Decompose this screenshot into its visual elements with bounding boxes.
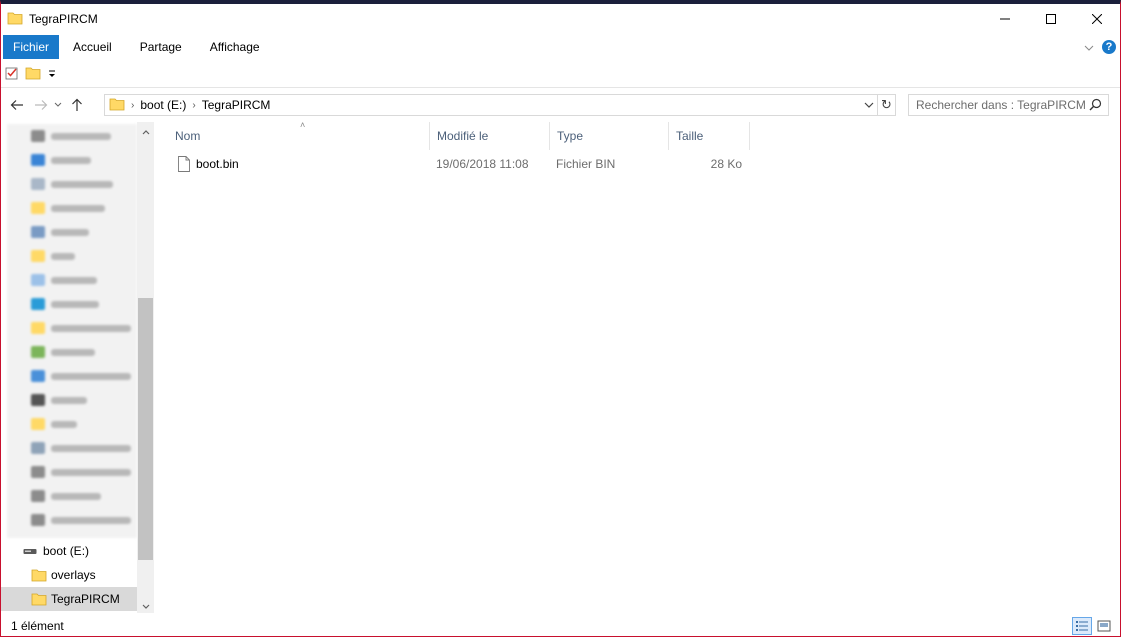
table-row[interactable]: boot.bin 19/06/2018 11:08 Fichier BIN 28… <box>169 152 751 176</box>
file-list: Nom ˄ Modifié le Type Taille boot.bin 19… <box>161 120 1120 613</box>
folder-icon <box>7 11 23 28</box>
view-switcher <box>1072 617 1114 635</box>
scroll-thumb[interactable] <box>138 298 153 560</box>
arrow-right-icon <box>35 100 48 110</box>
file-name: boot.bin <box>196 157 239 171</box>
column-header-size[interactable]: Taille <box>669 122 750 150</box>
search-icon <box>1089 98 1102 114</box>
new-folder-button[interactable] <box>25 66 41 83</box>
details-view-icon <box>1076 621 1088 631</box>
folder-icon <box>31 569 47 582</box>
search-box[interactable] <box>908 94 1109 116</box>
file-name-cell: boot.bin <box>177 152 239 176</box>
nav-item-overlays[interactable]: overlays <box>1 563 137 587</box>
breadcrumb-drive[interactable]: boot (E:) <box>140 98 186 112</box>
column-header-name[interactable]: Nom ˄ <box>168 120 430 150</box>
title-bar[interactable]: TegraPIRCM <box>1 4 1120 34</box>
chevron-down-icon <box>1084 45 1094 51</box>
back-button[interactable] <box>7 93 27 117</box>
chevron-down-icon <box>864 102 874 108</box>
explorer-window: TegraPIRCM Fichier Accueil Partage Affic… <box>0 0 1121 637</box>
address-row: › boot (E:) › TegraPIRCM ↻ <box>1 91 1120 119</box>
column-header-type[interactable]: Type <box>550 122 669 150</box>
refresh-button[interactable]: ↻ <box>878 94 896 116</box>
up-button[interactable] <box>67 93 87 117</box>
item-count: 1 élément <box>11 619 64 633</box>
file-size: 28 Ko <box>710 157 742 171</box>
tab-fichier[interactable]: Fichier <box>3 35 60 59</box>
refresh-icon: ↻ <box>881 97 892 112</box>
file-type: Fichier BIN <box>556 157 616 171</box>
address-dropdown-button[interactable] <box>861 95 877 115</box>
window-controls <box>982 4 1120 34</box>
chevron-down-icon <box>142 604 149 609</box>
file-modified: 19/06/2018 11:08 <box>436 157 529 171</box>
close-button[interactable] <box>1074 4 1120 34</box>
ribbon-right-controls: ? <box>1084 35 1116 59</box>
file-icon <box>178 156 190 172</box>
nav-item-label: boot (E:) <box>43 544 90 558</box>
chevron-right-icon[interactable]: › <box>192 100 195 111</box>
chevron-right-icon[interactable]: › <box>131 100 134 111</box>
nav-item-label: TegraPIRCM <box>51 592 120 606</box>
address-bar[interactable]: › boot (E:) › TegraPIRCM <box>104 94 878 116</box>
minimize-button[interactable] <box>982 4 1028 34</box>
folder-icon <box>109 97 125 114</box>
properties-icon <box>5 67 18 80</box>
large-icons-view-button[interactable] <box>1094 617 1114 635</box>
folder-icon <box>31 593 47 606</box>
column-header-label: Type <box>557 129 584 143</box>
status-bar: 1 élément <box>1 615 1120 636</box>
expand-ribbon-button[interactable] <box>1084 40 1094 54</box>
nav-item-boot-drive[interactable]: boot (E:) <box>1 539 137 563</box>
quick-access-toolbar <box>1 62 1120 88</box>
navigation-pane: boot (E:) overlays TegraPIRCM <box>1 122 154 613</box>
nav-item-label: overlays <box>51 568 96 582</box>
window-title: TegraPIRCM <box>29 12 98 26</box>
close-icon <box>1092 14 1102 24</box>
column-headers: Nom ˄ Modifié le Type Taille <box>161 120 1120 150</box>
column-header-label: Taille <box>676 129 704 143</box>
arrow-up-icon <box>72 98 82 111</box>
chevron-down-icon <box>54 102 62 107</box>
maximize-icon <box>1046 14 1056 24</box>
help-icon[interactable]: ? <box>1102 40 1116 54</box>
minimize-icon <box>1000 18 1010 20</box>
column-header-label: Nom <box>175 129 201 143</box>
tab-partage[interactable]: Partage <box>126 35 196 59</box>
large-icons-view-icon <box>1097 620 1111 632</box>
column-header-label: Modifié le <box>437 129 489 143</box>
breadcrumb-folder[interactable]: TegraPIRCM <box>202 98 271 112</box>
maximize-button[interactable] <box>1028 4 1074 34</box>
dropdown-icon <box>49 70 55 77</box>
arrow-left-icon <box>10 100 23 110</box>
nav-scrollbar[interactable] <box>137 122 154 613</box>
column-header-modified[interactable]: Modifié le <box>430 122 550 150</box>
details-view-button[interactable] <box>1072 617 1092 635</box>
ribbon-tabs: Fichier Accueil Partage Affichage ? <box>1 35 1120 59</box>
properties-button[interactable] <box>5 66 19 83</box>
sort-ascending-icon: ˄ <box>300 120 306 130</box>
nav-item-tegrapircm[interactable]: TegraPIRCM <box>1 587 137 611</box>
drive-icon <box>23 549 37 554</box>
tab-affichage[interactable]: Affichage <box>196 35 274 59</box>
customize-qat-button[interactable] <box>47 68 57 82</box>
chevron-up-icon <box>142 130 149 135</box>
search-input[interactable] <box>916 98 1086 112</box>
tab-accueil[interactable]: Accueil <box>59 35 126 59</box>
recent-locations-button[interactable] <box>51 93 65 117</box>
blurred-nav-items <box>7 124 137 538</box>
scroll-up-arrow[interactable] <box>137 124 154 141</box>
forward-button[interactable] <box>31 93 51 117</box>
new-folder-icon <box>25 67 41 80</box>
scroll-down-arrow[interactable] <box>137 598 154 615</box>
